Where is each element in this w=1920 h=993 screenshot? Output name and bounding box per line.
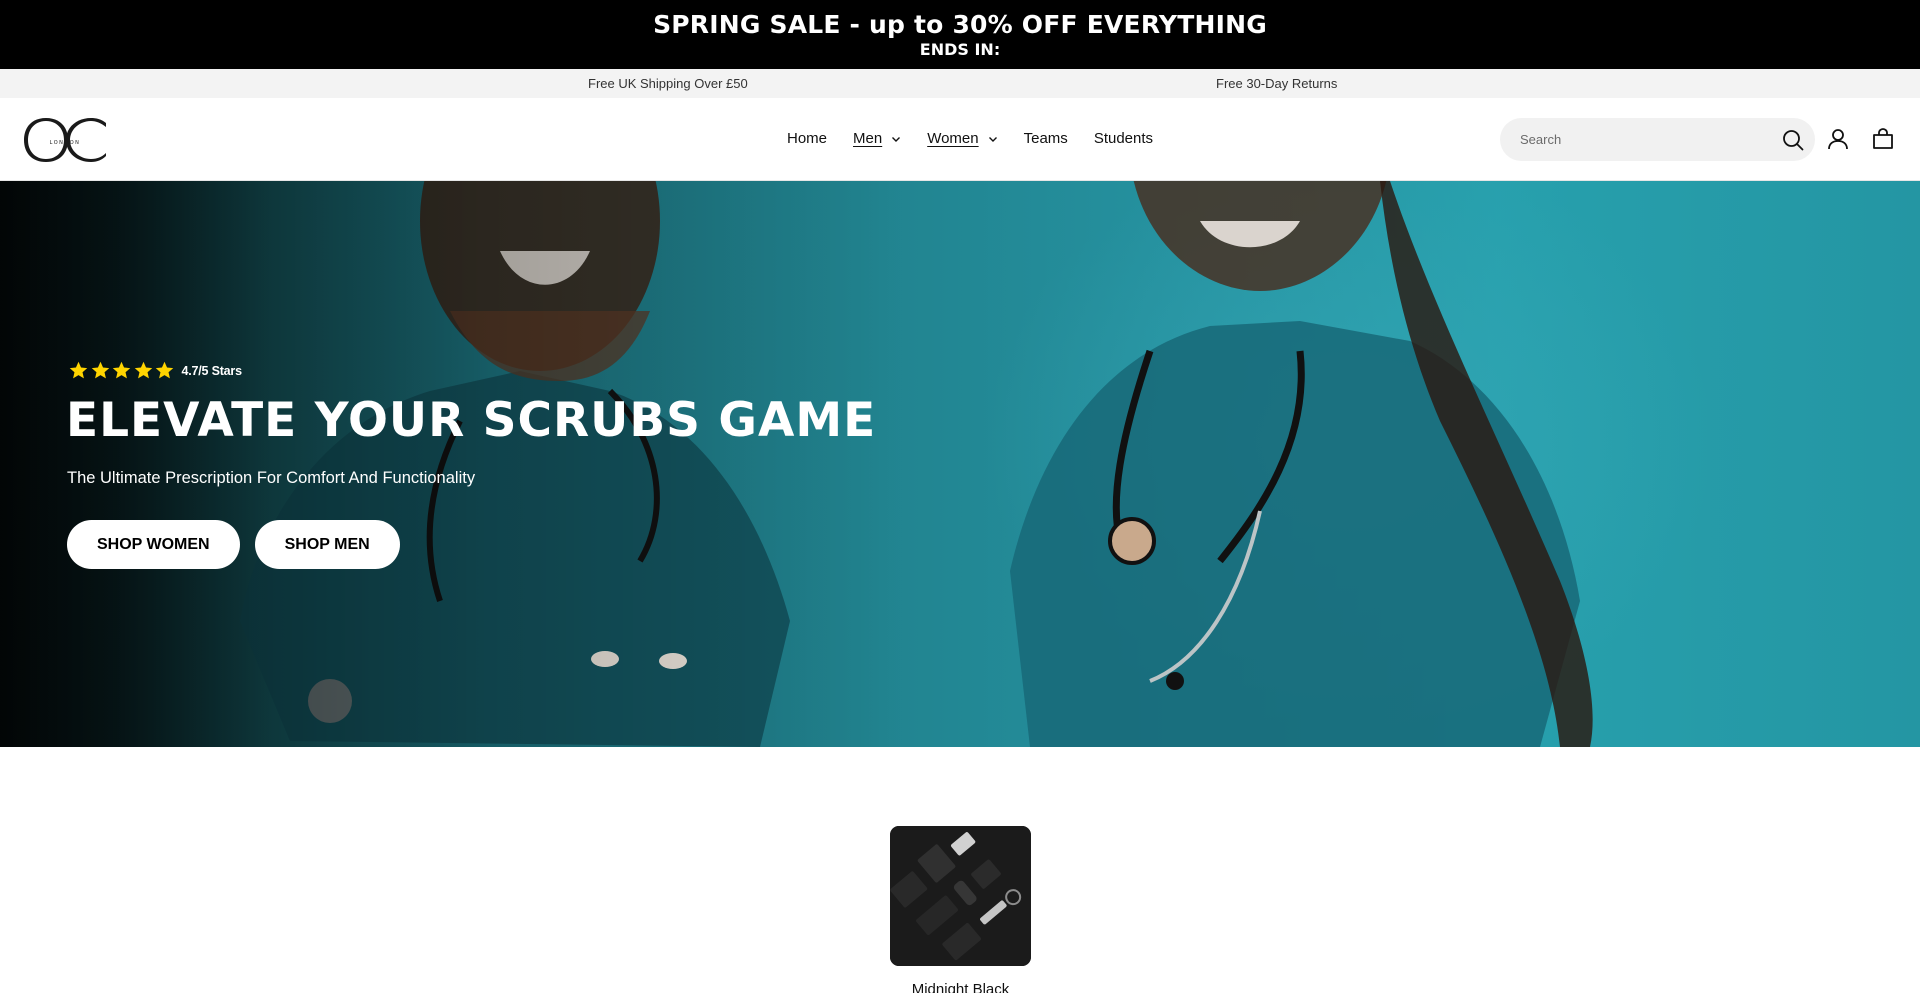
nav-label: Women <box>927 130 979 147</box>
hero-subtitle: The Ultimate Prescription For Comfort An… <box>67 469 476 487</box>
collection-card[interactable]: Midnight Black <box>890 826 1031 993</box>
hero-title: ELEVATE YOUR SCRUBS GAME <box>66 393 877 448</box>
nav-label: Teams <box>1023 130 1068 147</box>
svg-text:LONDON: LONDON <box>50 140 81 146</box>
search-box <box>1500 118 1815 161</box>
site-header: LONDON Home Men Women Teams Students <box>0 98 1920 181</box>
account-icon[interactable] <box>1826 127 1850 151</box>
hero-banner: 4.7/5 Stars ELEVATE YOUR SCRUBS GAME The… <box>0 181 1920 747</box>
chevron-down-icon <box>892 136 901 142</box>
star-icon <box>155 361 174 379</box>
star-icon <box>69 361 88 379</box>
nav-item-teams[interactable]: Teams <box>1024 130 1068 147</box>
hero-buttons: SHOP WOMEN SHOP MEN <box>67 520 415 569</box>
collection-image[interactable] <box>890 826 1031 966</box>
shop-men-button[interactable]: SHOP MEN <box>254 520 400 569</box>
star-icon <box>134 361 152 379</box>
rating: 4.7/5 Stars <box>68 360 242 381</box>
oc-london-logo[interactable]: LONDON <box>22 114 108 166</box>
nav-label: Students <box>1093 130 1154 147</box>
rating-text: 4.7/5 Stars <box>181 363 243 378</box>
cart-icon[interactable] <box>1871 127 1895 151</box>
usp-returns: Free 30-Day Returns <box>1216 76 1338 91</box>
star-icon <box>91 361 109 379</box>
nav-item-men[interactable]: Men <box>853 130 901 147</box>
usp-shipping: Free UK Shipping Over £50 <box>588 76 748 91</box>
nav-item-women[interactable]: Women <box>927 130 997 147</box>
search-input[interactable] <box>1520 132 1780 147</box>
nav-item-students[interactable]: Students <box>1094 130 1153 147</box>
announcement-countdown-label: ENDS IN: <box>919 40 1001 59</box>
nav-item-home[interactable]: Home <box>787 130 827 147</box>
collection-label: Midnight Black <box>911 981 1010 993</box>
nav-label: Men <box>853 130 883 147</box>
announcement-bar: SPRING SALE - up to 30% OFF EVERYTHING E… <box>0 0 1920 69</box>
nav-label: Home <box>787 130 828 147</box>
chevron-down-icon <box>988 136 997 142</box>
hero-shade <box>0 181 900 747</box>
announcement-title: SPRING SALE - up to 30% OFF EVERYTHING <box>653 10 1267 39</box>
shop-women-button[interactable]: SHOP WOMEN <box>67 520 240 569</box>
main-nav: Home Men Women Teams Students <box>787 130 1179 147</box>
star-icon <box>112 361 131 379</box>
search-icon[interactable] <box>1781 128 1805 152</box>
rating-stars <box>68 360 176 381</box>
usp-bar: Free UK Shipping Over £50 Free 30-Day Re… <box>0 69 1920 98</box>
